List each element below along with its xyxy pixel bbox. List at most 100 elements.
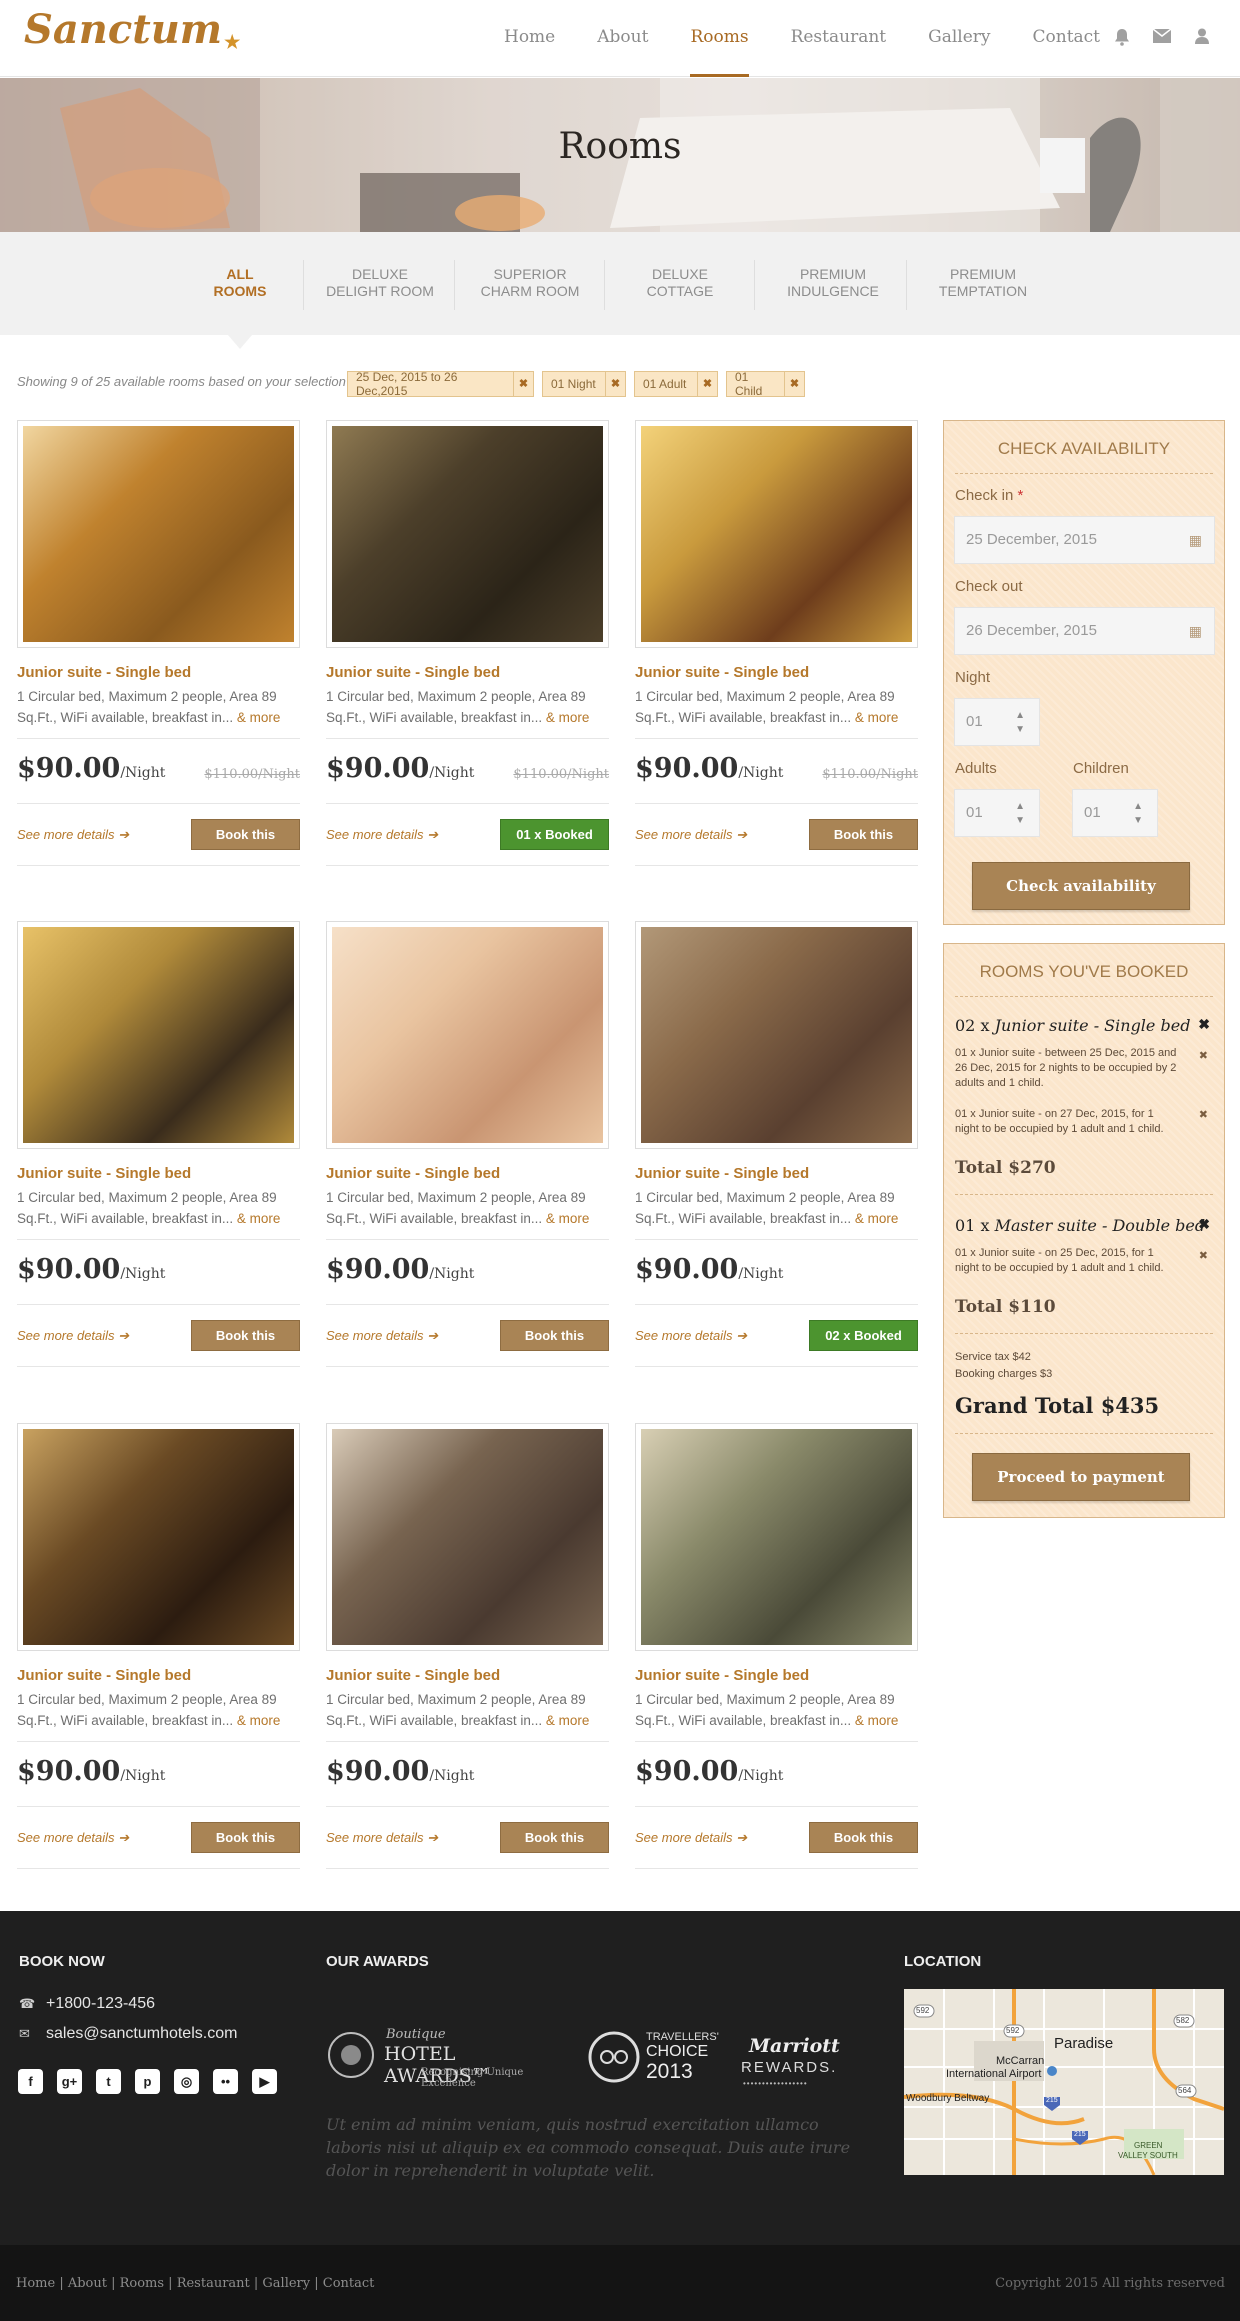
nav-contact[interactable]: Contact bbox=[1033, 0, 1101, 77]
book-this-button[interactable]: Book this bbox=[191, 1320, 300, 1351]
room-image[interactable] bbox=[17, 921, 300, 1149]
nav-home[interactable]: Home bbox=[504, 0, 555, 77]
see-more-details-link[interactable]: See more details ➔ bbox=[635, 1328, 747, 1344]
user-icon[interactable] bbox=[1192, 28, 1212, 48]
book-this-button[interactable]: Book this bbox=[500, 1320, 609, 1351]
remove-line-icon[interactable]: ✖ bbox=[1199, 1249, 1208, 1262]
flickr-icon[interactable]: •• bbox=[213, 2069, 238, 2094]
filter-chip-night: 01 Night ✖ bbox=[542, 371, 626, 397]
room-title[interactable]: Junior suite - Single bed bbox=[17, 1165, 300, 1182]
book-this-button[interactable]: Book this bbox=[809, 1822, 918, 1853]
see-more-details-link[interactable]: See more details ➔ bbox=[326, 827, 438, 843]
tab-superior-charm-room[interactable]: SUPERIOR CHARM ROOM bbox=[455, 266, 605, 300]
remove-booking-icon[interactable]: ✖ bbox=[1198, 1016, 1210, 1033]
room-image[interactable] bbox=[17, 1423, 300, 1651]
youtube-icon[interactable]: ▶ bbox=[252, 2069, 277, 2094]
book-this-button[interactable]: Book this bbox=[191, 1822, 300, 1853]
google-plus-icon[interactable]: g+ bbox=[57, 2069, 82, 2094]
envelope-icon[interactable] bbox=[1152, 28, 1172, 48]
check-availability-button[interactable]: Check availability bbox=[972, 862, 1190, 910]
room-title[interactable]: Junior suite - Single bed bbox=[326, 1165, 609, 1182]
booked-button[interactable]: 02 x Booked bbox=[809, 1320, 918, 1351]
remove-line-icon[interactable]: ✖ bbox=[1199, 1049, 1208, 1062]
more-link[interactable]: & more bbox=[546, 710, 590, 725]
remove-icon[interactable]: ✖ bbox=[784, 372, 804, 396]
arrow-right-icon: ➔ bbox=[427, 1830, 439, 1845]
room-image[interactable] bbox=[635, 921, 918, 1149]
room-title[interactable]: Junior suite - Single bed bbox=[635, 664, 918, 681]
room-price: $90.00/Night bbox=[326, 1254, 475, 1285]
nav-about[interactable]: About bbox=[597, 0, 648, 77]
nav-rooms[interactable]: Rooms bbox=[690, 0, 749, 77]
room-image[interactable] bbox=[17, 420, 300, 648]
book-this-button[interactable]: Book this bbox=[809, 819, 918, 850]
room-image[interactable] bbox=[326, 1423, 609, 1651]
booking-group-heading: 02 x Junior suite - Single bed bbox=[955, 1016, 1191, 1035]
tab-deluxe-delight-room[interactable]: DELUXE DELIGHT ROOM bbox=[305, 266, 455, 300]
see-more-details-link[interactable]: See more details ➔ bbox=[635, 827, 747, 843]
twitter-icon[interactable]: t bbox=[96, 2069, 121, 2094]
more-link[interactable]: & more bbox=[546, 1211, 590, 1226]
see-more-details-link[interactable]: See more details ➔ bbox=[326, 1830, 438, 1846]
checkout-date-input[interactable]: 26 December, 2015 ▦ bbox=[954, 607, 1215, 655]
location-map[interactable]: 592 592 582 564 215 215 Paradise McCarra… bbox=[904, 1989, 1224, 2175]
see-more-details-link[interactable]: See more details ➔ bbox=[635, 1830, 747, 1846]
more-link[interactable]: & more bbox=[237, 1211, 281, 1226]
footer-links[interactable]: Home | About | Rooms | Restaurant | Gall… bbox=[16, 2276, 374, 2291]
page-banner: Rooms bbox=[0, 78, 1240, 232]
facebook-icon[interactable]: f bbox=[18, 2069, 43, 2094]
room-title[interactable]: Junior suite - Single bed bbox=[326, 1667, 609, 1684]
room-image[interactable] bbox=[326, 420, 609, 648]
room-price: $90.00/Night bbox=[17, 1756, 166, 1787]
room-title[interactable]: Junior suite - Single bed bbox=[635, 1667, 918, 1684]
adults-select[interactable]: 01 ▲ ▼ bbox=[954, 789, 1040, 837]
brand-logo[interactable]: Sanctum ★ bbox=[24, 6, 240, 53]
remove-booking-icon[interactable]: ✖ bbox=[1198, 1216, 1210, 1233]
pinterest-icon[interactable]: p bbox=[135, 2069, 160, 2094]
more-link[interactable]: & more bbox=[855, 1211, 899, 1226]
see-more-details-link[interactable]: See more details ➔ bbox=[17, 1328, 129, 1344]
more-link[interactable]: & more bbox=[546, 1713, 590, 1728]
instagram-icon[interactable]: ◎ bbox=[174, 2069, 199, 2094]
room-title[interactable]: Junior suite - Single bed bbox=[326, 664, 609, 681]
remove-line-icon[interactable]: ✖ bbox=[1199, 1108, 1208, 1121]
night-select[interactable]: 01 ▲ ▼ bbox=[954, 698, 1040, 746]
arrow-right-icon: ➔ bbox=[736, 827, 748, 842]
see-more-details-link[interactable]: See more details ➔ bbox=[17, 1830, 129, 1846]
nav-gallery[interactable]: Gallery bbox=[928, 0, 990, 77]
room-image[interactable] bbox=[635, 420, 918, 648]
room-title[interactable]: Junior suite - Single bed bbox=[17, 664, 300, 681]
book-this-button[interactable]: Book this bbox=[500, 1822, 609, 1853]
see-more-details-link[interactable]: See more details ➔ bbox=[17, 827, 129, 843]
room-image[interactable] bbox=[635, 1423, 918, 1651]
more-link[interactable]: & more bbox=[855, 1713, 899, 1728]
bell-icon[interactable] bbox=[1112, 28, 1132, 48]
remove-icon[interactable]: ✖ bbox=[697, 372, 717, 396]
children-select[interactable]: 01 ▲ ▼ bbox=[1072, 789, 1158, 837]
tab-premium-temptation[interactable]: PREMIUM TEMPTATION bbox=[908, 266, 1058, 300]
see-more-details-link[interactable]: See more details ➔ bbox=[326, 1328, 438, 1344]
more-link[interactable]: & more bbox=[237, 1713, 281, 1728]
awards-logos: Boutique HOTEL AWARDS™ Recognising Uniqu… bbox=[326, 2021, 856, 2093]
room-card: Junior suite - Single bed 1 Circular bed,… bbox=[17, 1423, 300, 1869]
room-image[interactable] bbox=[326, 921, 609, 1149]
room-title[interactable]: Junior suite - Single bed bbox=[635, 1165, 918, 1182]
booked-button[interactable]: 01 x Booked bbox=[500, 819, 609, 850]
room-description: 1 Circular bed, Maximum 2 people, Area 8… bbox=[635, 689, 899, 725]
email-address[interactable]: ✉ sales@sanctumhotels.com bbox=[19, 2025, 237, 2043]
phone-number[interactable]: ☎ +1800-123-456 bbox=[19, 1995, 155, 2013]
more-link[interactable]: & more bbox=[855, 710, 899, 725]
book-this-button[interactable]: Book this bbox=[191, 819, 300, 850]
room-title[interactable]: Junior suite - Single bed bbox=[17, 1667, 300, 1684]
checkin-date-input[interactable]: 25 December, 2015 ▦ bbox=[954, 516, 1215, 564]
proceed-to-payment-button[interactable]: Proceed to payment bbox=[972, 1453, 1190, 1501]
remove-icon[interactable]: ✖ bbox=[513, 372, 533, 396]
tab-all-rooms[interactable]: ALL ROOMS bbox=[165, 266, 315, 300]
nav-restaurant[interactable]: Restaurant bbox=[791, 0, 887, 77]
tab-deluxe-cottage[interactable]: DELUXE COTTAGE bbox=[605, 266, 755, 300]
room-price: $90.00/Night bbox=[635, 1254, 784, 1285]
more-link[interactable]: & more bbox=[237, 710, 281, 725]
remove-icon[interactable]: ✖ bbox=[605, 372, 625, 396]
page-title: Rooms bbox=[558, 126, 682, 167]
tab-premium-indulgence[interactable]: PREMIUM INDULGENCE bbox=[758, 266, 908, 300]
